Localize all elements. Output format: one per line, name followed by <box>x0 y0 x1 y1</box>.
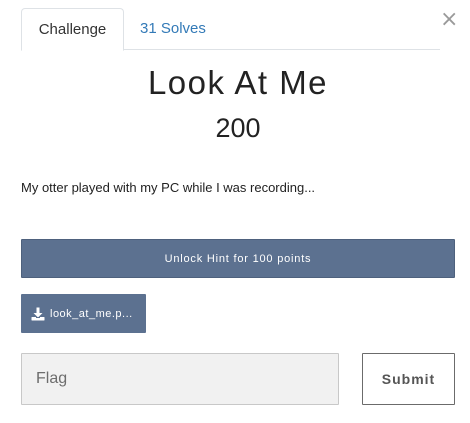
download-icon <box>31 307 45 321</box>
challenge-points: 200 <box>215 113 261 143</box>
challenge-title: Look At Me <box>147 64 329 101</box>
challenge-tabs: Challenge 31 Solves <box>21 8 440 51</box>
file-name-label: look_at_me.p... <box>50 307 133 320</box>
flag-input[interactable] <box>21 353 339 405</box>
submit-button[interactable]: Submit <box>362 353 455 405</box>
close-button[interactable]: × <box>440 8 458 32</box>
unlock-hint-button[interactable]: Unlock Hint for 100 points <box>21 239 455 278</box>
tab-solves[interactable]: 31 Solves <box>140 8 206 50</box>
file-download-button[interactable]: look_at_me.p... <box>21 294 146 333</box>
unlock-hint-label: Unlock Hint for 100 points <box>164 252 312 265</box>
challenge-modal: × Challenge 31 Solves Look At Me 200 My … <box>0 0 470 423</box>
challenge-description: My otter played with my PC while I was r… <box>21 180 316 195</box>
tab-challenge[interactable]: Challenge <box>21 8 124 51</box>
